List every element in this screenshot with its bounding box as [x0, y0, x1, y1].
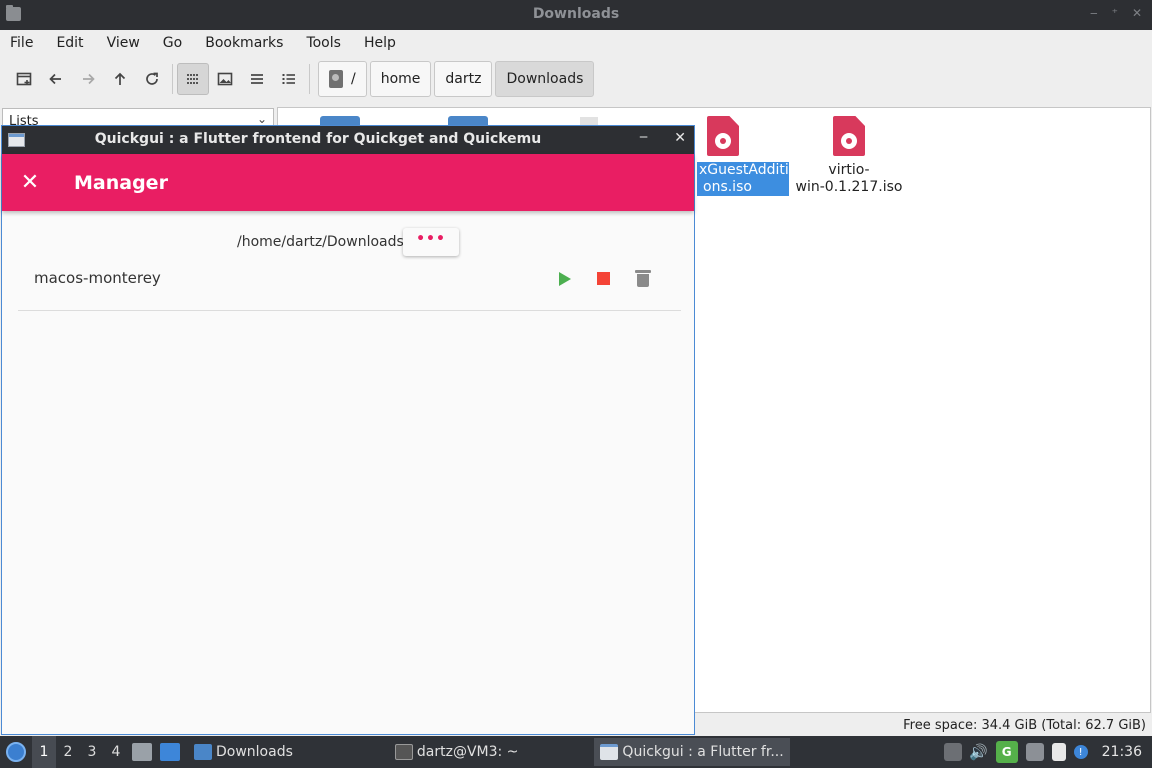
window-icon: [600, 744, 619, 760]
file-item[interactable]: virtio- win-0.1.217.iso: [794, 116, 904, 196]
notification-icon[interactable]: !: [1073, 745, 1088, 759]
breadcrumb-label: home: [380, 71, 421, 87]
breadcrumb-root[interactable]: /: [318, 61, 367, 97]
breadcrumb-label: dartz: [445, 71, 482, 87]
toolbar-separator: [172, 64, 173, 94]
stop-icon[interactable]: [594, 269, 614, 289]
close-button[interactable]: ✕: [674, 130, 686, 146]
show-desktop-icon[interactable]: [160, 743, 180, 761]
file-manager-titlebar[interactable]: Downloads ‒ ⁺ ✕: [0, 0, 1152, 30]
image-icon: [217, 72, 233, 86]
workspace-3[interactable]: 3: [80, 744, 104, 760]
page-title: Manager: [74, 171, 168, 194]
file-name-line: win-0.1.217.iso: [795, 179, 903, 195]
arrow-left-icon: [49, 73, 61, 85]
grid-icon: [187, 74, 198, 84]
task-label: dartz@VM3: ~: [416, 744, 519, 760]
quickgui-titlebar[interactable]: Quickgui : a Flutter frontend for Quickg…: [2, 126, 694, 154]
menu-bookmarks[interactable]: Bookmarks: [205, 35, 294, 51]
menu-file[interactable]: File: [10, 35, 44, 51]
terminal-icon: [394, 744, 413, 760]
maximize-button[interactable]: ⁺: [1112, 6, 1118, 20]
reload-icon: [146, 72, 158, 85]
vm-directory-path: /home/dartz/Downloads: [237, 234, 404, 250]
iso-file-icon: [707, 116, 739, 156]
breadcrumb-label: Downloads: [506, 71, 584, 87]
drive-icon: [329, 70, 343, 88]
close-icon[interactable]: ✕: [2, 170, 58, 195]
clipboard-icon[interactable]: [943, 743, 962, 761]
workspace-4[interactable]: 4: [104, 744, 128, 760]
icon-view-button[interactable]: [177, 63, 209, 95]
task-label: Downloads: [216, 744, 293, 760]
clock[interactable]: 21:36: [1102, 744, 1142, 760]
taskbar: 1 2 3 4 Downloads dartz@VM3: ~ Quickgui …: [0, 736, 1152, 768]
thumbnail-view-button[interactable]: [209, 63, 241, 95]
menu-go[interactable]: Go: [163, 35, 193, 51]
compact-view-button[interactable]: [241, 63, 273, 95]
file-name-line: virtio-: [828, 162, 870, 178]
toolbar: / home dartz Downloads: [0, 56, 1152, 102]
menu-view[interactable]: View: [107, 35, 151, 51]
list-icon: [251, 74, 263, 84]
minimize-button[interactable]: ‒: [1090, 6, 1098, 20]
window-title: Downloads: [532, 6, 620, 22]
menu-bar: File Edit View Go Bookmarks Tools Help: [0, 30, 1152, 56]
volume-icon[interactable]: 🔊: [969, 743, 988, 761]
menu-edit[interactable]: Edit: [56, 35, 94, 51]
update-icon[interactable]: G: [995, 741, 1018, 763]
breadcrumb-label: /: [351, 71, 356, 87]
trash-icon[interactable]: [633, 269, 653, 289]
forward-button[interactable]: [72, 63, 104, 95]
vm-list-item: macos-monterey: [18, 259, 681, 311]
workspace-1[interactable]: 1: [32, 736, 56, 768]
file-manager-launcher-icon[interactable]: [132, 743, 152, 761]
play-icon[interactable]: [555, 269, 575, 289]
reload-button[interactable]: [136, 63, 168, 95]
minimize-button[interactable]: ‒: [639, 129, 648, 145]
arrow-right-icon: [83, 73, 95, 85]
vm-name: macos-monterey: [34, 269, 161, 287]
new-tab-icon: [16, 72, 32, 86]
notes-icon[interactable]: [1051, 743, 1066, 761]
up-button[interactable]: [104, 63, 136, 95]
task-terminal[interactable]: dartz@VM3: ~: [389, 738, 525, 766]
window-controls: ‒ ⁺ ✕: [1090, 6, 1142, 20]
workspace-2[interactable]: 2: [56, 744, 80, 760]
path-row: /home/dartz/Downloads •••: [2, 227, 694, 257]
file-name: xGuestAdditi ons.iso: [697, 162, 789, 196]
task-downloads[interactable]: Downloads: [188, 738, 299, 766]
iso-file-icon: [833, 116, 865, 156]
file-name-line: ons.iso: [703, 179, 752, 195]
folder-icon: [194, 744, 212, 760]
detail-list-icon: [282, 74, 295, 84]
file-name: virtio- win-0.1.217.iso: [794, 162, 904, 196]
menu-help[interactable]: Help: [364, 35, 407, 51]
change-directory-button[interactable]: •••: [403, 228, 459, 256]
quickgui-window: Quickgui : a Flutter frontend for Quickg…: [1, 125, 695, 735]
new-tab-button[interactable]: [8, 63, 40, 95]
breadcrumb-dartz[interactable]: dartz: [434, 61, 493, 97]
arrow-up-icon: [114, 72, 126, 85]
window-title: Quickgui : a Flutter frontend for Quickg…: [94, 131, 542, 147]
app-menu-icon: [6, 742, 26, 762]
breadcrumb-home[interactable]: home: [369, 61, 432, 97]
close-button[interactable]: ✕: [1132, 6, 1142, 20]
task-label: Quickgui : a Flutter fr...: [622, 744, 784, 760]
system-tray: 🔊 G ! 21:36: [943, 736, 1152, 768]
detailed-list-view-button[interactable]: [273, 63, 305, 95]
task-quickgui[interactable]: Quickgui : a Flutter fr...: [594, 738, 790, 766]
back-button[interactable]: [40, 63, 72, 95]
network-icon[interactable]: [1025, 743, 1044, 761]
breadcrumb-downloads[interactable]: Downloads: [495, 61, 595, 97]
toolbar-separator: [309, 64, 310, 94]
menu-tools[interactable]: Tools: [306, 35, 352, 51]
start-menu-button[interactable]: [0, 736, 32, 768]
file-name-line: xGuestAdditi: [699, 162, 789, 178]
app-bar: ✕ Manager: [2, 154, 694, 211]
